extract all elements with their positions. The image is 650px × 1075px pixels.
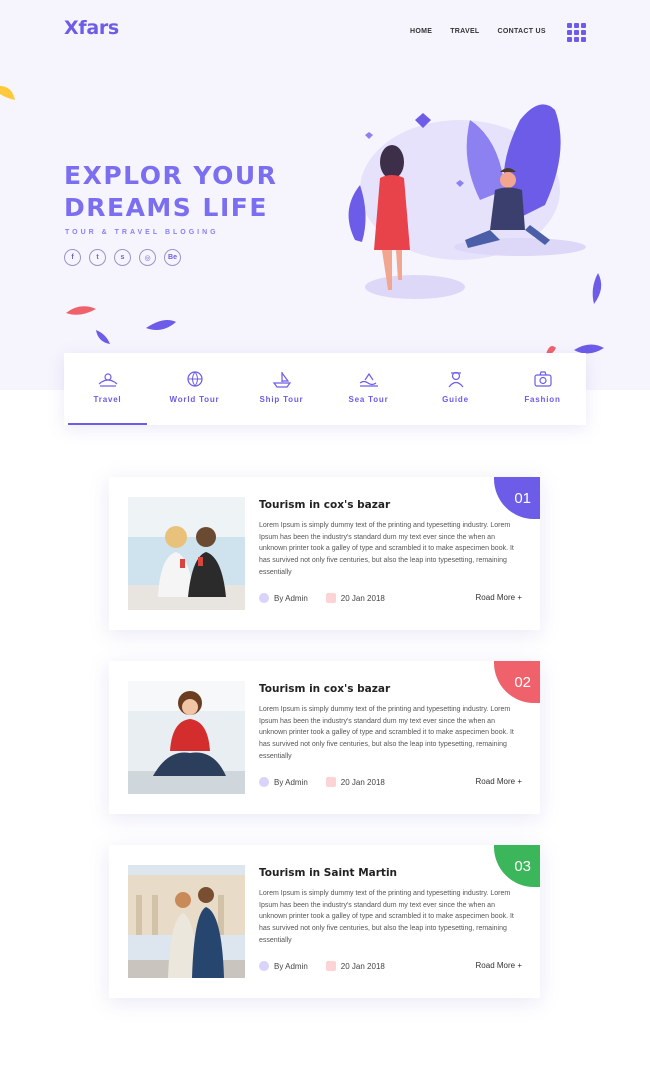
post-author: By Admin	[259, 593, 308, 603]
post-excerpt: Lorem Ipsum is simply dummy text of the …	[259, 890, 514, 944]
hero-headline: EXPLOR YOUR DREAMS LIFE	[64, 160, 277, 224]
tab-label: Sea Tour	[348, 395, 389, 404]
date-label: 20 Jan 2018	[340, 961, 385, 971]
hero-section: Xfars HOME TRAVEL CONTACT US EXPLOR YOUR…	[0, 0, 650, 390]
post-number-badge: 02	[494, 661, 540, 703]
post-card-1[interactable]: Tourism in cox's bazar Lorem Ipsum is si…	[109, 477, 540, 630]
post-date: 20 Jan 2018	[325, 777, 385, 787]
post-author: By Admin	[259, 961, 308, 971]
guide-icon	[448, 371, 463, 388]
behance-icon[interactable]: Be	[164, 249, 181, 266]
author-label: By Admin	[274, 593, 308, 603]
post-author: By Admin	[259, 777, 308, 787]
post-image-2[interactable]	[128, 681, 245, 794]
post-image-3[interactable]	[128, 865, 245, 978]
post-excerpt: Lorem Ipsum is simply dummy text of the …	[259, 522, 514, 576]
tab-travel[interactable]: Travel	[64, 353, 151, 425]
post-number-badge: 03	[494, 845, 540, 887]
user-icon	[259, 777, 269, 787]
calendar-icon	[325, 961, 336, 971]
category-tabs: Travel World Tour Ship Tour Sea Tour Gui…	[64, 353, 586, 425]
post-title[interactable]: Tourism in cox's bazar	[259, 683, 390, 695]
hero-tagline: TOUR & TRAVEL BLOGING	[65, 229, 219, 236]
leaf-decor-left	[66, 306, 176, 344]
nav-home[interactable]: HOME	[410, 28, 432, 35]
headline-line-2: DREAMS LIFE	[64, 193, 268, 222]
tab-label: World Tour	[169, 395, 220, 404]
tab-label: Travel	[93, 395, 122, 404]
post-meta: By Admin 20 Jan 2018	[259, 961, 385, 971]
travel-icon	[98, 373, 117, 387]
calendar-icon	[325, 777, 336, 787]
user-icon	[259, 961, 269, 971]
read-more-link[interactable]: Road More +	[476, 777, 522, 786]
date-label: 20 Jan 2018	[340, 777, 385, 787]
post-card-2[interactable]: Tourism in cox's bazar Lorem Ipsum is si…	[109, 661, 540, 814]
post-excerpt: Lorem Ipsum is simply dummy text of the …	[259, 706, 514, 760]
sea-icon	[359, 372, 378, 387]
post-number-badge: 01	[494, 477, 540, 519]
skype-icon[interactable]: s	[114, 249, 131, 266]
tab-fashion[interactable]: Fashion	[499, 353, 586, 425]
tab-label: Guide	[442, 395, 469, 404]
logo[interactable]: Xfars	[64, 17, 119, 39]
dribbble-icon[interactable]: ◎	[139, 249, 156, 266]
twitter-icon[interactable]: t	[89, 249, 106, 266]
tab-sea-tour[interactable]: Sea Tour	[325, 353, 412, 425]
nav-travel[interactable]: TRAVEL	[450, 28, 479, 35]
author-label: By Admin	[274, 777, 308, 787]
calendar-icon	[325, 593, 336, 603]
couple-illustration	[348, 104, 586, 299]
post-card-3[interactable]: Tourism in Saint Martin Lorem Ipsum is s…	[109, 845, 540, 998]
post-date: 20 Jan 2018	[325, 961, 385, 971]
facebook-icon[interactable]: f	[64, 249, 81, 266]
main-nav: HOME TRAVEL CONTACT US	[410, 28, 546, 35]
read-more-link[interactable]: Road More +	[476, 593, 522, 602]
grid-menu-icon[interactable]	[567, 23, 586, 42]
ship-icon	[272, 372, 291, 388]
social-links: f t s ◎ Be	[64, 249, 181, 266]
date-label: 20 Jan 2018	[340, 593, 385, 603]
nav-contact[interactable]: CONTACT US	[497, 28, 545, 35]
user-icon	[259, 593, 269, 603]
read-more-link[interactable]: Road More +	[476, 961, 522, 970]
tab-guide[interactable]: Guide	[412, 353, 499, 425]
tab-label: Ship Tour	[259, 395, 304, 404]
post-meta: By Admin 20 Jan 2018	[259, 593, 385, 603]
headline-line-1: EXPLOR YOUR	[64, 161, 278, 190]
author-label: By Admin	[274, 961, 308, 971]
post-image-1[interactable]	[128, 497, 245, 610]
tab-ship-tour[interactable]: Ship Tour	[238, 353, 325, 425]
camera-icon	[533, 371, 552, 387]
post-meta: By Admin 20 Jan 2018	[259, 777, 385, 787]
post-date: 20 Jan 2018	[325, 593, 385, 603]
tab-label: Fashion	[524, 395, 561, 404]
yellow-leaf-decor	[0, 86, 15, 100]
post-title[interactable]: Tourism in cox's bazar	[259, 499, 390, 511]
post-title[interactable]: Tourism in Saint Martin	[259, 867, 397, 879]
globe-icon	[186, 371, 203, 387]
tab-world-tour[interactable]: World Tour	[151, 353, 238, 425]
